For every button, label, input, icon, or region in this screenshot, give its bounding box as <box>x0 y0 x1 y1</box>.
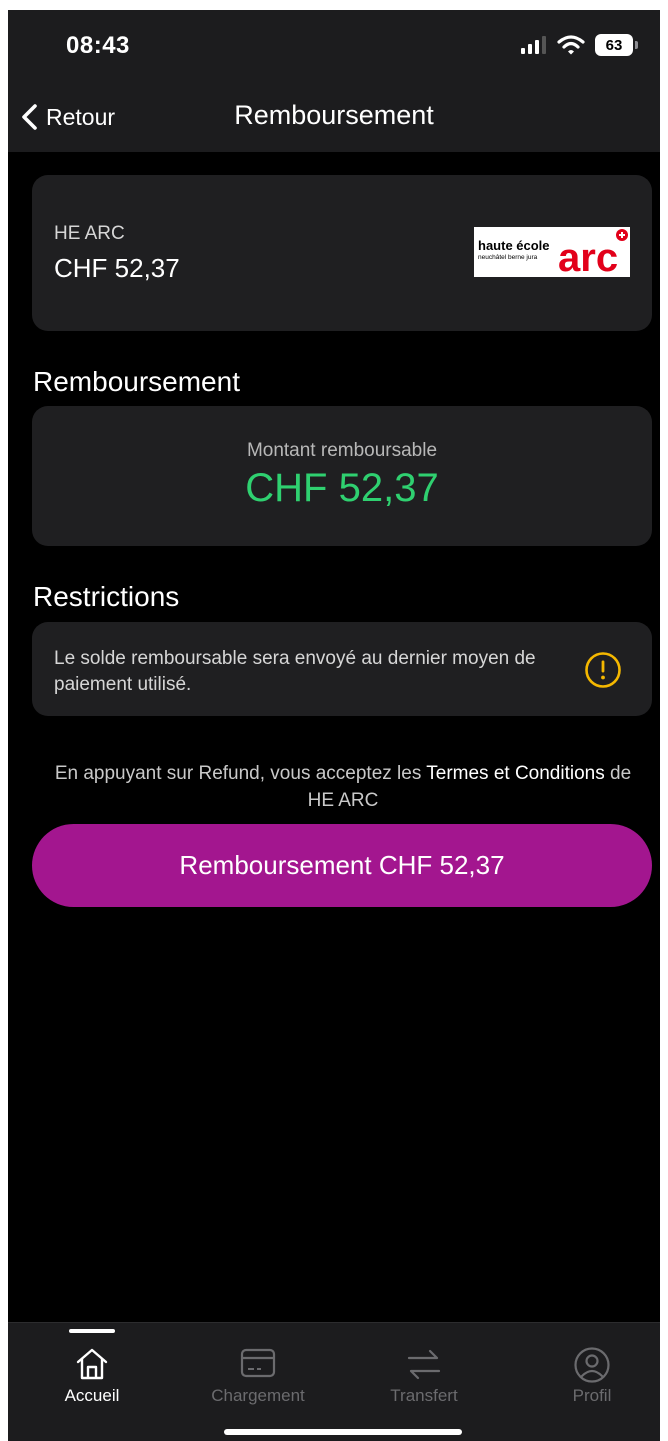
status-icons: 63 <box>521 34 638 56</box>
tab-bar: Accueil Chargement Transfert Profil <box>8 1322 660 1441</box>
transfer-icon <box>407 1349 441 1380</box>
terms-prefix: En appuyant sur Refund, vous acceptez le… <box>54 763 427 784</box>
tab-label: Accueil <box>64 1386 120 1405</box>
svg-text:neuchâtel berne jura: neuchâtel berne jura <box>478 254 538 261</box>
battery-level: 63 <box>595 34 633 56</box>
app-screen: 08:43 63 Retour Remboursement HE ARC CHF… <box>8 10 660 1441</box>
battery-cap <box>635 41 638 49</box>
page-title: Remboursement <box>234 100 434 130</box>
he-arc-logo: haute école neuchâtel berne jura arc <box>474 227 630 280</box>
wifi-icon <box>557 35 585 55</box>
home-indicator <box>224 1429 462 1435</box>
refundable-amount: CHF 52,37 <box>245 466 439 510</box>
restrictions-card: Le solde remboursable sera envoyé au der… <box>32 622 652 716</box>
home-icon <box>76 1348 108 1380</box>
terms-link[interactable]: Termes et Conditions <box>426 763 604 784</box>
restrictions-section-title: Restrictions <box>33 581 180 612</box>
tab-chargement[interactable]: Chargement <box>208 1323 308 1413</box>
refundable-label: Montant remboursable <box>246 440 438 461</box>
svg-text:arc: arc <box>558 236 618 277</box>
tab-profil[interactable]: Profil <box>542 1323 642 1413</box>
tab-label: Chargement <box>211 1386 305 1405</box>
merchant-balance: CHF 52,37 <box>54 253 180 283</box>
terms-notice: En appuyant sur Refund, vous acceptez le… <box>48 760 638 814</box>
tab-transfert[interactable]: Transfert <box>374 1323 474 1413</box>
warning-icon[interactable] <box>584 651 622 689</box>
status-time: 08:43 <box>66 32 130 59</box>
card-icon <box>240 1348 276 1378</box>
merchant-card: HE ARC CHF 52,37 haute école neuchâtel b… <box>32 175 652 331</box>
refund-button[interactable]: Remboursement CHF 52,37 <box>32 824 652 907</box>
refund-card: Montant remboursable CHF 52,37 <box>32 406 652 546</box>
cellular-signal-icon <box>521 36 546 54</box>
refund-section-title: Remboursement <box>33 366 240 397</box>
profile-icon <box>574 1347 610 1383</box>
tab-label: Transfert <box>390 1386 458 1405</box>
battery-indicator: 63 <box>595 34 638 56</box>
merchant-name: HE ARC <box>54 223 125 244</box>
header: 08:43 63 Retour Remboursement <box>8 10 660 152</box>
tab-label: Profil <box>572 1386 612 1405</box>
tab-accueil[interactable]: Accueil <box>42 1323 142 1413</box>
svg-text:haute école: haute école <box>478 238 550 253</box>
restrictions-text: Le solde remboursable sera envoyé au der… <box>54 648 536 695</box>
